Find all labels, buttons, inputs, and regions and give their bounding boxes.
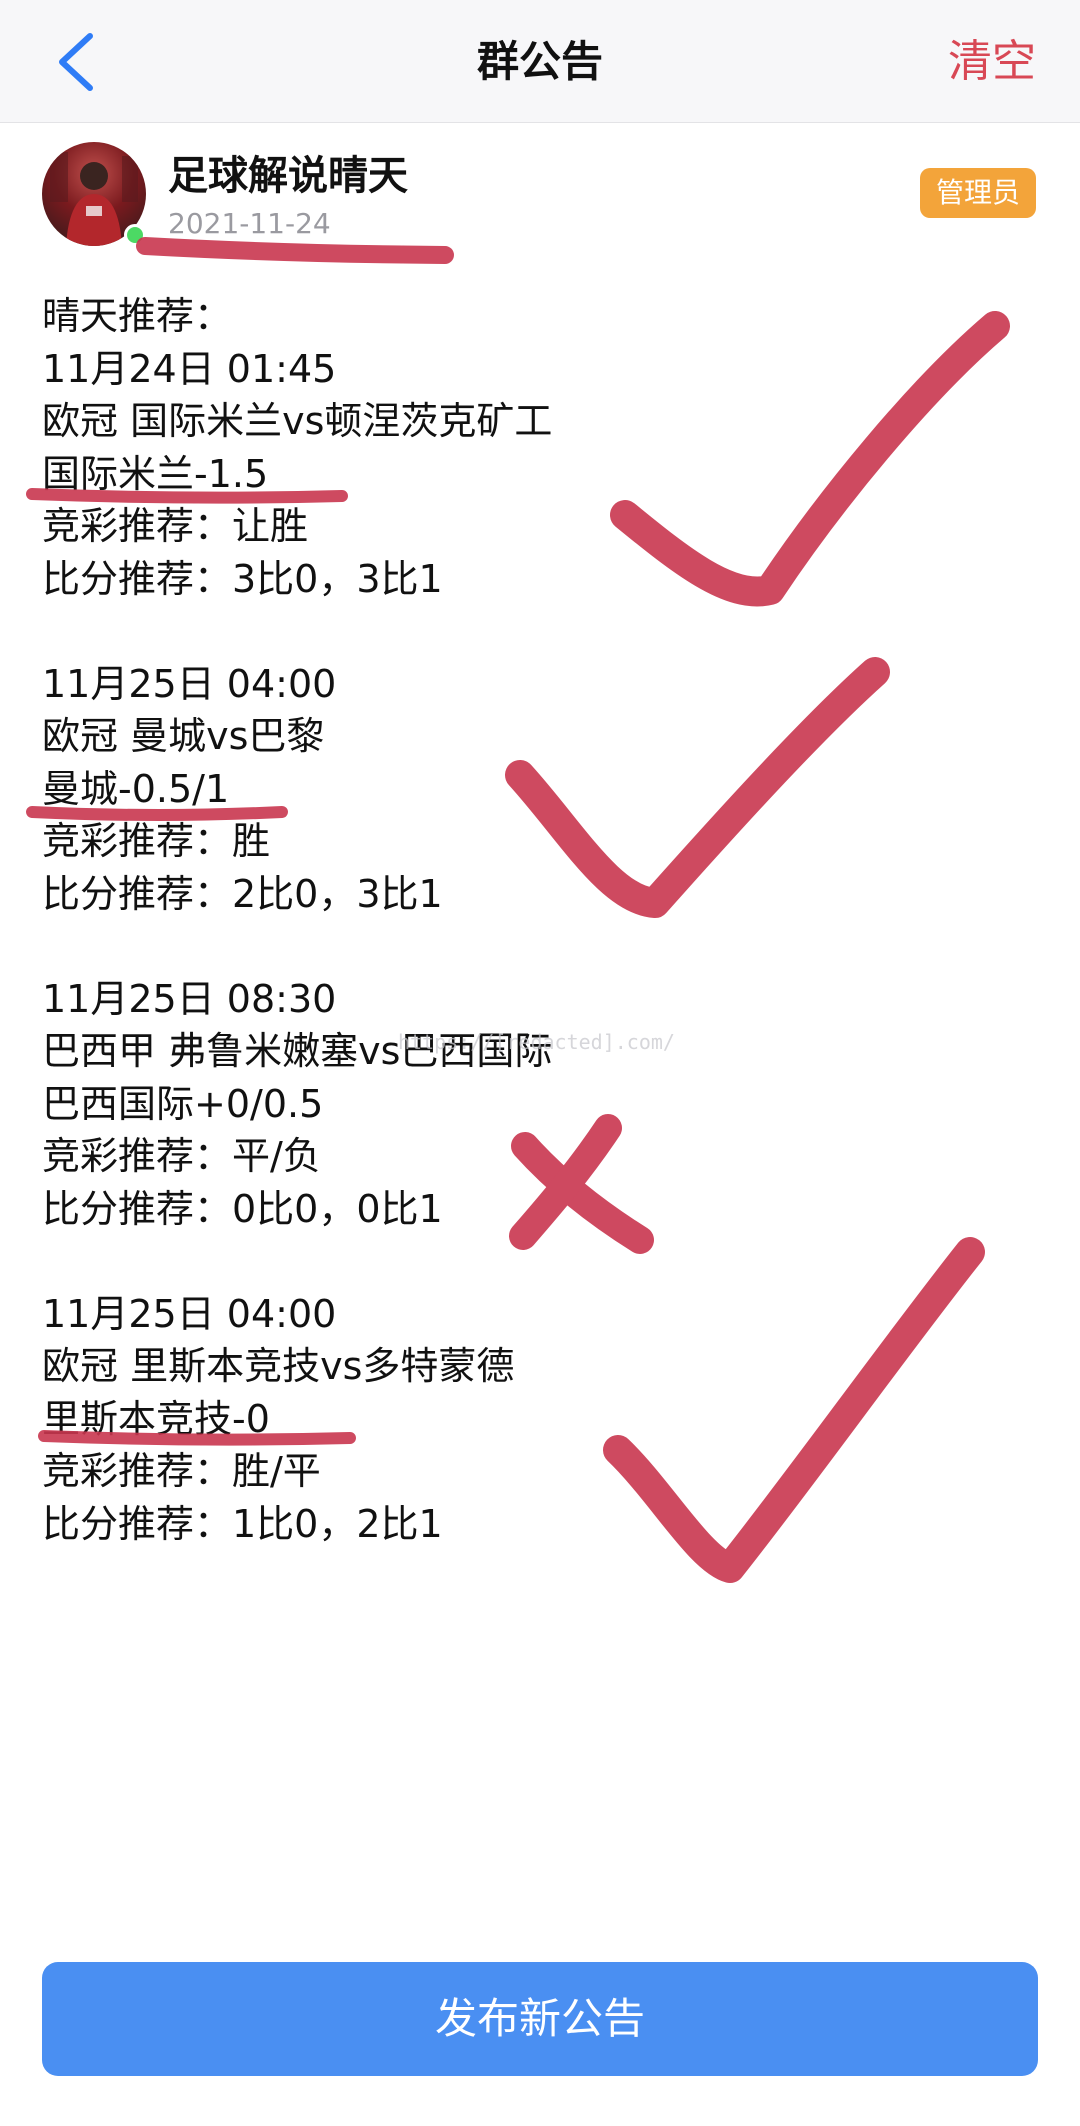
poster-name: 足球解说晴天: [168, 153, 408, 199]
clear-button[interactable]: 清空: [948, 34, 1036, 90]
lottery-pick: 竞彩推荐：平/负: [42, 1134, 321, 1178]
post-date: 2021-11-24: [168, 207, 331, 240]
match-handicap: 曼城-0.5/1: [42, 766, 230, 811]
match-fixture: 欧冠 里斯本竞技vs多特蒙德: [42, 1344, 515, 1388]
match-fixture: 欧冠 国际米兰vs顿涅茨克矿工: [42, 399, 553, 443]
score-pick: 比分推荐：2比0，3比1: [42, 871, 443, 916]
match-block-1: 11月24日 01:45 欧冠 国际米兰vs顿涅茨克矿工 国际米兰-1.5 竞彩…: [42, 343, 1002, 606]
lottery-pick: 竞彩推荐：让胜: [42, 504, 309, 548]
match-time: 11月24日 01:45: [42, 346, 337, 391]
match-time: 11月25日 04:00: [42, 1291, 337, 1336]
online-dot-icon: [124, 224, 146, 246]
match-block-2: 11月25日 04:00 欧冠 曼城vs巴黎 曼城-0.5/1 竞彩推荐：胜 比…: [42, 658, 1002, 921]
match-handicap: 里斯本竞技-0: [42, 1396, 270, 1441]
match-time: 11月25日 08:30: [42, 976, 337, 1021]
match-fixture: 欧冠 曼城vs巴黎: [42, 714, 325, 758]
watermark: https://[redacted].com/: [398, 1030, 675, 1054]
match-handicap: 巴西国际+0/0.5: [42, 1081, 324, 1126]
publish-announcement-button[interactable]: 发布新公告: [42, 1962, 1038, 2076]
lottery-pick: 竞彩推荐：胜/平: [42, 1449, 321, 1493]
match-handicap: 国际米兰-1.5: [42, 451, 269, 496]
page-title: 群公告: [476, 37, 603, 86]
announcement-body: 晴天推荐： 11月24日 01:45 欧冠 国际米兰vs顿涅茨克矿工 国际米兰-…: [42, 290, 1002, 1550]
match-block-3: 11月25日 08:30 巴西甲 弗鲁米嫩塞vs巴西国际 巴西国际+0/0.5 …: [42, 973, 1002, 1236]
intro-line: 晴天推荐：: [42, 294, 233, 338]
score-pick: 比分推荐：0比0，0比1: [42, 1186, 443, 1231]
match-time: 11月25日 04:00: [42, 661, 337, 706]
nav-header: 群公告 清空: [0, 0, 1080, 123]
score-pick: 比分推荐：1比0，2比1: [42, 1501, 443, 1546]
score-pick: 比分推荐：3比0，3比1: [42, 556, 443, 601]
lottery-pick: 竞彩推荐：胜: [42, 819, 271, 863]
admin-badge: 管理员: [919, 168, 1036, 218]
match-block-4: 11月25日 04:00 欧冠 里斯本竞技vs多特蒙德 里斯本竞技-0 竞彩推荐…: [42, 1288, 1002, 1551]
underline-date: [136, 237, 454, 264]
